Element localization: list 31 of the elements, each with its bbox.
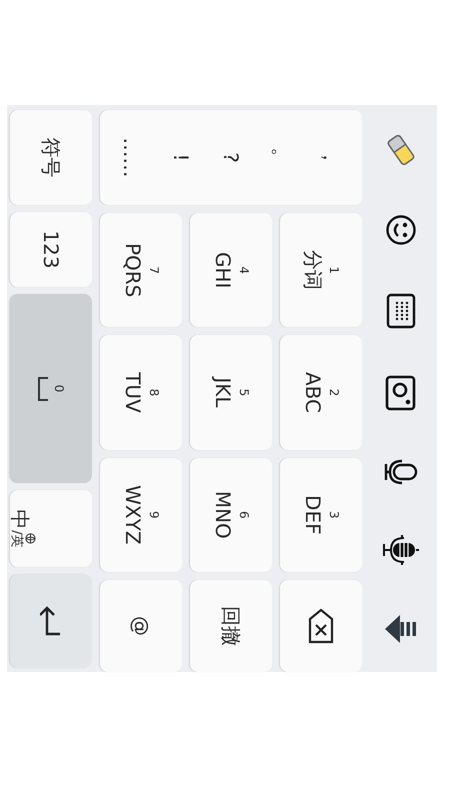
- language-switch-key[interactable]: 中/英: [10, 490, 92, 567]
- globe-icon: [25, 533, 36, 544]
- symbol-key[interactable]: ……: [119, 132, 143, 184]
- smiley-icon[interactable]: [385, 214, 417, 246]
- symbol-key[interactable]: !: [169, 147, 193, 168]
- letter-key[interactable]: 8 TUV: [100, 335, 182, 450]
- key[interactable]: 回撤: [190, 580, 272, 672]
- letter-key[interactable]: 3 DEF: [280, 458, 362, 572]
- letter-key[interactable]: 7 PQRS: [100, 213, 182, 328]
- microphone-icon[interactable]: [384, 458, 418, 486]
- space-icon: [37, 376, 49, 402]
- keyboard-icon[interactable]: [386, 292, 416, 329]
- backspace-icon: [308, 608, 334, 644]
- letter-key[interactable]: 5 JKL: [190, 335, 272, 450]
- key[interactable]: 123: [10, 212, 92, 287]
- voice-microphone-icon[interactable]: [382, 532, 420, 567]
- collapse-keyboard-icon[interactable]: [384, 614, 418, 644]
- letter-key[interactable]: 1 分词: [280, 213, 362, 328]
- space-key[interactable]: 0: [10, 294, 92, 483]
- letter-key[interactable]: 6 MNO: [190, 458, 272, 572]
- symbol-key[interactable]: ?: [219, 146, 243, 169]
- enter-icon: [40, 604, 62, 638]
- letter-key[interactable]: 4 GHI: [190, 213, 272, 328]
- symbol-key[interactable]: 。: [269, 142, 293, 174]
- letter-key[interactable]: 9 WXYZ: [100, 458, 182, 572]
- key[interactable]: @: [100, 580, 182, 672]
- letter-key[interactable]: 2 ABC: [280, 335, 362, 450]
- backspace-key[interactable]: [280, 580, 362, 672]
- symbol-key[interactable]: ，: [319, 142, 343, 174]
- camera-icon[interactable]: [385, 375, 417, 412]
- key[interactable]: 符号: [10, 110, 92, 205]
